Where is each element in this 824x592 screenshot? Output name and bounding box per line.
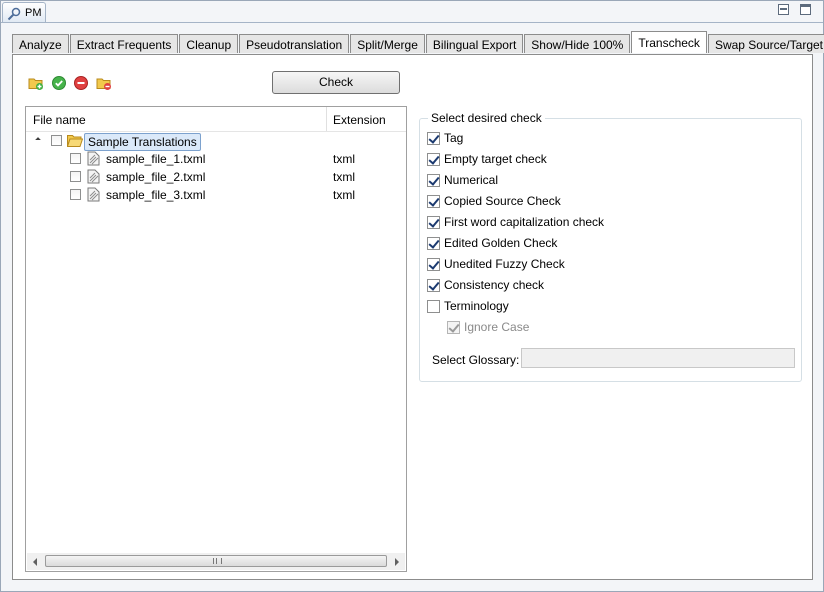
file-extension: txml [333, 170, 355, 184]
numerical-checkbox[interactable] [427, 174, 440, 187]
glossary-label: Select Glossary: [432, 353, 520, 367]
first-word-capitalization-check-label: First word capitalization check [444, 215, 605, 229]
open-folder-icon [67, 135, 83, 147]
file-checkbox[interactable] [70, 171, 81, 182]
copied-source-check-label: Copied Source Check [444, 194, 561, 208]
wrench-icon [7, 7, 21, 21]
view-title: PM [25, 7, 42, 19]
copied-source-check-checkbox[interactable] [427, 195, 440, 208]
tab-split-merge[interactable]: Split/Merge [350, 34, 425, 53]
scroll-left-icon[interactable] [33, 558, 37, 566]
unedited-fuzzy-check-label: Unedited Fuzzy Check [444, 257, 565, 271]
file-row[interactable]: sample_file_1.txml txml [26, 151, 406, 169]
tab-bilingual-export[interactable]: Bilingual Export [425, 34, 524, 53]
terminology-checkbox[interactable] [427, 300, 440, 313]
tag-checkbox[interactable] [427, 132, 440, 145]
edited-golden-check-label: Edited Golden Check [444, 236, 558, 250]
clear-folder-icon[interactable] [96, 75, 112, 91]
ok-icon[interactable] [51, 75, 67, 91]
tab-bar: Analyze Extract Frequents Cleanup Pseudotra… [12, 31, 824, 55]
terminology-label: Terminology [444, 299, 509, 313]
file-checkbox[interactable] [70, 153, 81, 164]
pm-view-frame: PM Analyze Extract Frequents Cleanup Pseudo… [0, 0, 824, 592]
tab-pseudotranslation[interactable]: Pseudotranslation [239, 34, 350, 53]
transcheck-panel: Check File name Extension Sample Transla… [12, 54, 813, 580]
scroll-right-icon[interactable] [395, 558, 399, 566]
file-extension: txml [333, 152, 355, 166]
file-checkbox[interactable] [70, 189, 81, 200]
consistency-check-label: Consistency check [444, 278, 545, 292]
tab-cleanup[interactable]: Cleanup [179, 34, 239, 53]
file-name: sample_file_1.txml [106, 152, 206, 166]
check-group-title: Select desired check [428, 111, 545, 125]
minimize-icon[interactable] [777, 4, 789, 15]
unedited-fuzzy-check-checkbox[interactable] [427, 258, 440, 271]
file-name: sample_file_2.txml [106, 170, 206, 184]
ignore-case-label: Ignore Case [464, 320, 530, 334]
add-folder-icon[interactable] [28, 75, 44, 91]
tree-header: File name Extension [26, 107, 406, 132]
horizontal-scrollbar[interactable] [27, 553, 405, 570]
file-icon [87, 151, 100, 166]
tab-analyze[interactable]: Analyze [12, 34, 69, 53]
file-icon [87, 187, 100, 202]
remove-icon[interactable] [73, 75, 89, 91]
pm-view-tab[interactable]: PM [2, 2, 46, 23]
tab-extract-frequents[interactable]: Extract Frequents [69, 34, 179, 53]
edited-golden-check-checkbox[interactable] [427, 237, 440, 250]
ignore-case-checkbox [447, 321, 460, 334]
scrollbar-thumb[interactable] [45, 555, 387, 567]
tab-show-hide-100[interactable]: Show/Hide 100% [524, 34, 631, 53]
root-checkbox[interactable] [51, 135, 62, 146]
empty-target-check-label: Empty target check [444, 152, 547, 166]
grip-icon [213, 558, 222, 564]
file-row[interactable]: sample_file_3.txml txml [26, 187, 406, 205]
first-word-capitalization-check-checkbox[interactable] [427, 216, 440, 229]
file-tree[interactable]: File name Extension Sample Translations … [25, 106, 407, 572]
tag-label: Tag [444, 131, 464, 145]
file-extension: txml [333, 188, 355, 202]
file-name: sample_file_3.txml [106, 188, 206, 202]
empty-target-check-checkbox[interactable] [427, 153, 440, 166]
glossary-field[interactable] [521, 348, 795, 368]
file-row[interactable]: sample_file_2.txml txml [26, 169, 406, 187]
tab-swap-source-target[interactable]: Swap Source/Target [707, 34, 824, 53]
collapse-arrow-icon[interactable] [35, 137, 41, 143]
tree-root-label[interactable]: Sample Translations [84, 133, 201, 151]
check-button[interactable]: Check [272, 71, 400, 94]
maximize-icon[interactable] [800, 4, 811, 15]
tree-root-row[interactable]: Sample Translations [26, 133, 406, 151]
column-header-filename[interactable]: File name [33, 113, 86, 127]
column-divider[interactable] [326, 107, 327, 131]
column-header-extension[interactable]: Extension [333, 113, 386, 127]
consistency-check-checkbox[interactable] [427, 279, 440, 292]
numerical-label: Numerical [444, 173, 499, 187]
tab-transcheck[interactable]: Transcheck [631, 31, 707, 53]
file-icon [87, 169, 100, 184]
view-divider [1, 22, 823, 23]
